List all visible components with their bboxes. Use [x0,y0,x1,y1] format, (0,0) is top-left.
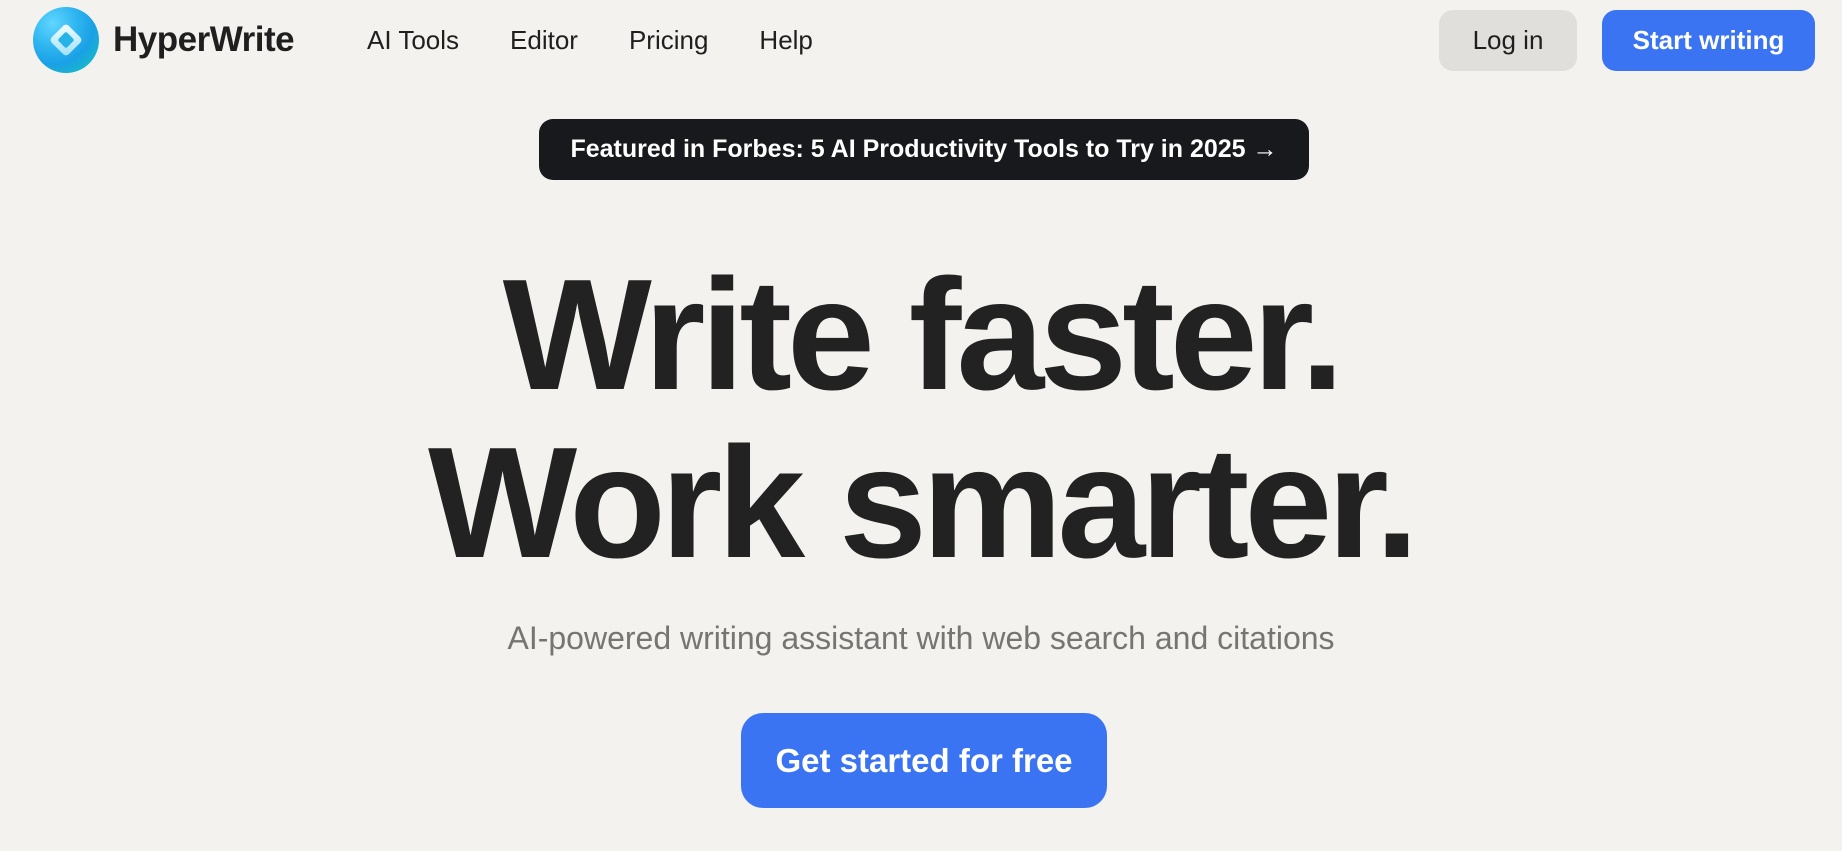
hero-subtitle: AI-powered writing assistant with web se… [507,620,1335,656]
landing-page: HyperWrite AI Tools Editor Pricing Help … [0,0,1842,851]
get-started-button[interactable]: Get started for free [741,713,1107,808]
login-button[interactable]: Log in [1439,10,1577,71]
main-nav: AI Tools Editor Pricing Help [367,20,813,60]
brand-name: HyperWrite [113,20,295,59]
nav-item-help[interactable]: Help [759,25,812,56]
hyperwrite-logo-icon [33,7,99,73]
hero-headline-line-2: Work smarter. [428,415,1419,591]
forbes-announcement-link[interactable]: Featured in Forbes: 5 AI Productivity To… [539,119,1309,180]
nav-item-pricing[interactable]: Pricing [629,25,708,56]
nav-item-ai-tools[interactable]: AI Tools [367,25,459,56]
home-logo-link[interactable]: HyperWrite [33,7,295,73]
start-writing-button[interactable]: Start writing [1602,10,1815,71]
nav-item-editor[interactable]: Editor [510,25,578,56]
hero-headline-line-1: Write faster. [502,247,1345,423]
site-header: HyperWrite AI Tools Editor Pricing Help … [0,0,1842,80]
